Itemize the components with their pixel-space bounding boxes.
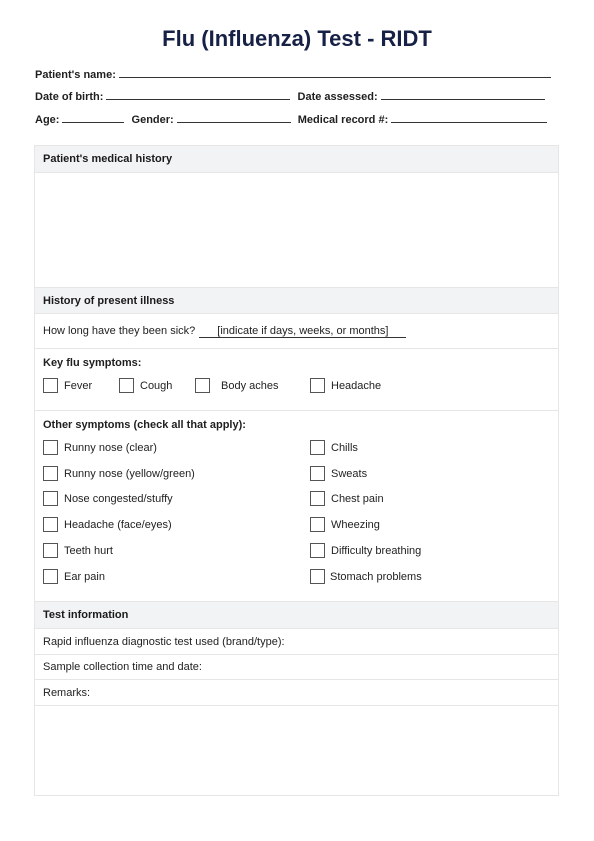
symptom-chills[interactable]: Chills xyxy=(310,440,358,455)
key-symptom-cough[interactable]: Cough xyxy=(119,378,172,393)
symptom-stomach-problems[interactable]: Stomach problems xyxy=(310,569,422,584)
checkbox[interactable] xyxy=(43,378,58,393)
sample-time-row[interactable]: Sample collection time and date: xyxy=(35,655,558,680)
dob-row: Date of birth: Date assessed: xyxy=(35,89,549,103)
symptom-sweats[interactable]: Sweats xyxy=(310,466,367,481)
present-illness-heading: History of present illness xyxy=(35,288,558,314)
checkbox[interactable] xyxy=(43,543,58,558)
checkbox[interactable] xyxy=(119,378,134,393)
sample-time-label: Sample collection time and date: xyxy=(43,661,202,673)
symptom-difficulty-breathing[interactable]: Difficulty breathing xyxy=(310,543,421,558)
dob-label: Date of birth: xyxy=(35,91,104,103)
symptom-runny-nose-yellow[interactable]: Runny nose (yellow/green) xyxy=(43,466,195,481)
key-symptom-fever[interactable]: Fever xyxy=(43,378,92,393)
checkbox[interactable] xyxy=(310,543,325,558)
checkbox[interactable] xyxy=(43,440,58,455)
date-assessed-field[interactable] xyxy=(380,89,545,100)
patient-name-field[interactable] xyxy=(118,67,551,78)
symptom-nose-congested[interactable]: Nose congested/stuffy xyxy=(43,491,173,506)
checkbox[interactable] xyxy=(310,569,325,584)
symptom-chest-pain[interactable]: Chest pain xyxy=(310,491,384,506)
other-symptoms-label: Other symptoms (check all that apply): xyxy=(43,419,246,431)
checkbox[interactable] xyxy=(43,517,58,532)
age-row: Age: Gender: Medical record #: xyxy=(35,112,551,126)
checkbox[interactable] xyxy=(43,569,58,584)
age-label: Age: xyxy=(35,114,60,126)
key-symptoms-label: Key flu symptoms: xyxy=(43,357,142,369)
checkbox[interactable] xyxy=(310,517,325,532)
duration-row: How long have they been sick? [indicate … xyxy=(35,314,558,349)
rdt-used-row[interactable]: Rapid influenza diagnostic test used (br… xyxy=(35,629,558,655)
test-information-heading: Test information xyxy=(35,602,558,629)
checkbox[interactable] xyxy=(195,378,210,393)
patient-name-label: Patient's name: xyxy=(35,69,116,81)
present-illness-section: History of present illness How long have… xyxy=(34,288,559,602)
test-information-section: Test information Rapid influenza diagnos… xyxy=(34,601,559,796)
gender-field[interactable] xyxy=(176,112,291,123)
duration-field[interactable]: [indicate if days, weeks, or months] xyxy=(199,325,407,338)
date-assessed-label: Date assessed: xyxy=(297,91,378,103)
checkbox[interactable] xyxy=(310,466,325,481)
symptom-runny-nose-clear[interactable]: Runny nose (clear) xyxy=(43,440,157,455)
checkbox[interactable] xyxy=(310,440,325,455)
key-symptom-body-aches[interactable]: Body aches xyxy=(195,378,278,393)
symptom-ear-pain[interactable]: Ear pain xyxy=(43,569,105,584)
checkbox[interactable] xyxy=(310,491,325,506)
remarks-row: Remarks: xyxy=(35,680,558,706)
medical-record-field[interactable] xyxy=(391,112,548,123)
checkbox[interactable] xyxy=(43,466,58,481)
dob-field[interactable] xyxy=(106,89,291,100)
medical-history-section: Patient's medical history xyxy=(34,145,559,288)
page-title: Flu (Influenza) Test - RIDT xyxy=(162,26,432,51)
medical-record-label: Medical record #: xyxy=(297,114,389,126)
gender-label: Gender: xyxy=(131,114,174,126)
symptom-teeth-hurt[interactable]: Teeth hurt xyxy=(43,543,113,558)
remarks-textarea[interactable] xyxy=(35,706,558,794)
checkbox[interactable] xyxy=(43,491,58,506)
key-symptom-headache[interactable]: Headache xyxy=(310,378,381,393)
patient-name-row: Patient's name: xyxy=(35,67,555,81)
checkbox[interactable] xyxy=(310,378,325,393)
medical-history-heading: Patient's medical history xyxy=(35,146,558,173)
duration-question: How long have they been sick? xyxy=(43,325,196,337)
remarks-label: Remarks: xyxy=(43,686,91,699)
medical-history-textarea[interactable] xyxy=(35,173,558,287)
rdt-used-label: Rapid influenza diagnostic test used (br… xyxy=(43,635,285,648)
other-symptoms-row: Other symptoms (check all that apply): R… xyxy=(35,411,558,601)
age-field[interactable] xyxy=(62,112,125,123)
symptom-headache-face[interactable]: Headache (face/eyes) xyxy=(43,517,172,532)
symptom-wheezing[interactable]: Wheezing xyxy=(310,517,380,532)
key-symptoms-row: Key flu symptoms: Fever Cough Body aches… xyxy=(35,349,558,411)
